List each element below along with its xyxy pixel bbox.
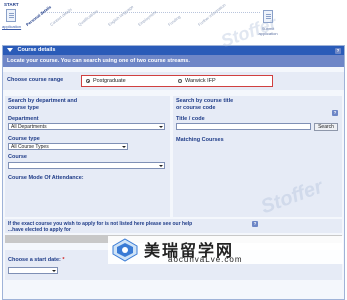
course-type-select[interactable]: All Course Types: [8, 143, 128, 150]
search-by-department-section: Search by department and course type Dep…: [5, 96, 170, 217]
site-logo: 美瑞留学网 aocunvaLve.com: [108, 236, 343, 264]
course-type-label: Course type: [8, 136, 40, 142]
submit-application-label[interactable]: Submit application: [253, 26, 283, 36]
course-type-select-value: All Course Types: [11, 144, 49, 150]
collapse-icon[interactable]: [7, 47, 13, 52]
department-label: Department: [8, 116, 39, 122]
course-not-listed-note: If the exact course you wish to apply fo…: [5, 219, 342, 233]
title-search-title: Search by course title or course code: [173, 96, 342, 113]
required-marker: *: [62, 257, 65, 263]
search-button[interactable]: Search: [314, 123, 338, 131]
progress-strip: START application Personal details Conta…: [0, 0, 347, 40]
course-select[interactable]: [8, 162, 165, 169]
postgraduate-label: Postgraduate: [93, 78, 126, 84]
intro-text: Locate your course. You can search using…: [3, 55, 344, 67]
submit-document-icon: [263, 10, 273, 23]
start-date-label: Choose a start date: *: [8, 257, 65, 263]
step-further-information[interactable]: Further information: [197, 2, 227, 27]
panel-title: Course details: [17, 47, 56, 53]
help-icon[interactable]: ?: [332, 110, 338, 116]
start-date-label-text: Choose a start date:: [8, 257, 61, 263]
chevron-down-icon: [52, 270, 56, 272]
step-personal-details[interactable]: Personal details: [25, 4, 52, 27]
department-select-value: All Departments: [11, 124, 47, 130]
mode-of-attendance-label: Course Mode Of Attendance:: [8, 175, 84, 181]
help-icon[interactable]: ?: [335, 47, 341, 54]
step-contact-details[interactable]: Contact details: [49, 7, 73, 27]
warwick-ifp-label: Warwick IFP: [185, 78, 216, 84]
department-search-title: Search by department and course type: [5, 96, 170, 113]
start-date-select[interactable]: [8, 267, 58, 274]
course-label: Course: [8, 154, 27, 160]
panel-header: Course details ?: [3, 46, 344, 55]
matching-courses-list[interactable]: [176, 145, 338, 213]
matching-courses-label: Matching Courses: [176, 137, 224, 143]
course-range-options: Postgraduate Warwick IFP: [81, 75, 273, 87]
department-search-title-line2: course type: [8, 104, 39, 111]
title-search-title-line2: or course code: [176, 104, 216, 111]
chevron-down-icon: [159, 126, 163, 128]
application-link[interactable]: application: [2, 24, 21, 29]
logo-url: aocunvaLve.com: [168, 255, 243, 264]
course-range-label: Choose course range: [7, 77, 64, 83]
chevron-down-icon: [122, 146, 126, 148]
logo-mark-icon: [112, 238, 138, 262]
course-not-listed-line2: ...have elected to apply for: [8, 227, 71, 233]
step-funding[interactable]: Funding: [167, 14, 181, 27]
step-english-language[interactable]: English language: [107, 4, 134, 27]
title-code-input[interactable]: [176, 123, 311, 130]
course-range-row: Choose course range Postgraduate Warwick…: [3, 72, 344, 90]
start-label: START: [4, 2, 19, 7]
department-select[interactable]: All Departments: [8, 123, 165, 130]
search-by-title-section: Search by course title or course code ? …: [173, 96, 342, 217]
chevron-down-icon: [159, 165, 163, 167]
help-icon[interactable]: ?: [252, 221, 258, 227]
postgraduate-radio[interactable]: [86, 79, 90, 83]
document-icon: [6, 9, 16, 22]
warwick-ifp-radio[interactable]: [178, 79, 182, 83]
title-code-label: Title / code: [176, 116, 205, 122]
